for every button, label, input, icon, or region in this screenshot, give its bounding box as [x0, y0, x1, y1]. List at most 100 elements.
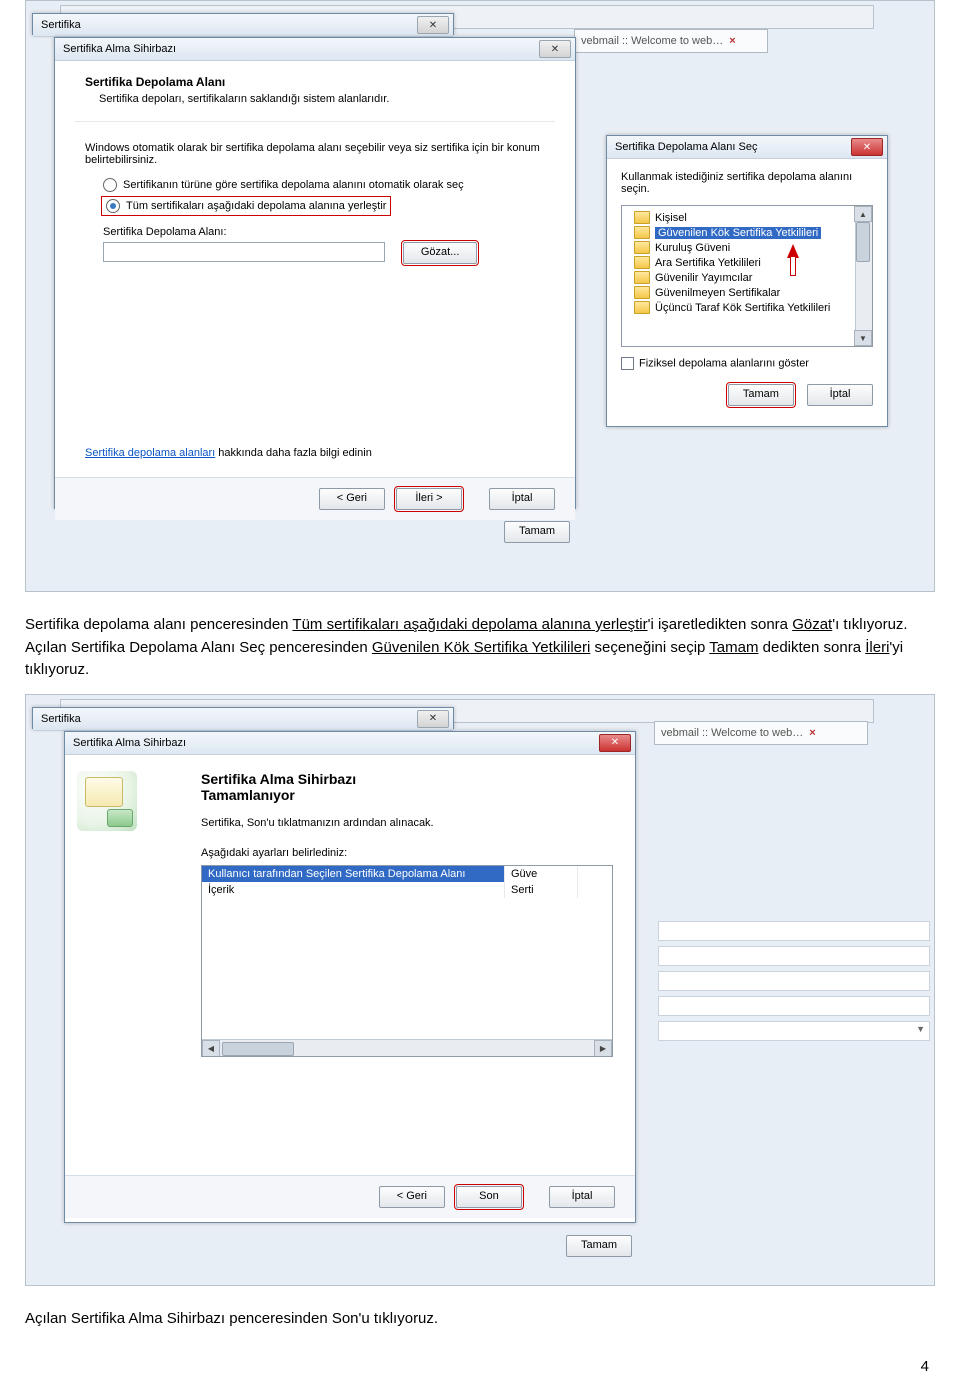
- scroll-up-icon[interactable]: ▲: [854, 206, 872, 222]
- checkbox-label: Fiziksel depolama alanlarını göster: [639, 357, 809, 369]
- folder-icon: [634, 271, 650, 284]
- text-underline: Tamam: [709, 639, 758, 656]
- scroll-right-icon[interactable]: ▶: [594, 1040, 612, 1057]
- screenshot-1: vebmail :: Welcome to web… × Sertifika ✕…: [25, 0, 935, 592]
- chevron-down-icon: ▼: [916, 1024, 925, 1034]
- store-field-label: Sertifika Depolama Alanı:: [103, 226, 545, 238]
- list-cell: İçerik: [202, 882, 505, 898]
- scrollbar-horizontal[interactable]: ◀ ▶: [202, 1039, 612, 1056]
- folder-icon: [634, 211, 650, 224]
- scroll-thumb[interactable]: [856, 222, 870, 262]
- cert-window-title: Sertifika: [37, 19, 417, 31]
- screenshot-2: vebmail :: Welcome to web… × ▼ Sertifika…: [25, 694, 935, 1286]
- radio-manual-label: Tüm sertifikaları aşağıdaki depolama ala…: [126, 200, 386, 212]
- cancel-button[interactable]: İptal: [549, 1186, 615, 1208]
- cancel-button[interactable]: İptal: [807, 384, 873, 406]
- checkbox-icon: [621, 357, 634, 370]
- folder-icon: [634, 226, 650, 239]
- radio-auto-label: Sertifikanın türüne göre sertifika depol…: [123, 179, 464, 191]
- tree-item: Üçüncü Taraf Kök Sertifika Yetkilileri: [630, 300, 854, 315]
- tree-item: Güvenilmeyen Sertifikalar: [630, 285, 854, 300]
- close-icon[interactable]: ✕: [417, 16, 449, 34]
- certificate-wizard-icon: [77, 771, 137, 831]
- close-icon[interactable]: ✕: [417, 710, 449, 728]
- wizard-footer: < Geri İleri > İptal: [55, 477, 575, 520]
- list-cell: Güve: [505, 866, 578, 882]
- radio-auto[interactable]: Sertifikanın türüne göre sertifika depol…: [103, 178, 545, 192]
- tree-item-label: Kuruluş Güveni: [655, 242, 730, 254]
- cancel-button[interactable]: İptal: [489, 488, 555, 510]
- scroll-thumb[interactable]: [222, 1042, 294, 1056]
- scroll-down-icon[interactable]: ▼: [854, 330, 872, 346]
- folder-icon: [634, 301, 650, 314]
- text: Sertifika depolama alanı penceresinden: [25, 616, 292, 633]
- list-cell: Kullanıcı tarafından Seçilen Sertifika D…: [202, 866, 505, 882]
- wizard-heading: Sertifika Alma Sihirbazı: [201, 771, 613, 787]
- wizard-window: Sertifika Alma Sihirbazı ✕ Sertifika Alm…: [64, 731, 636, 1223]
- radio-manual[interactable]: Tüm sertifikaları aşağıdaki depolama ala…: [101, 196, 391, 216]
- tree-box[interactable]: Kişisel Güvenilen Kök Sertifika Yetkilil…: [621, 205, 873, 347]
- tamam-button-bg[interactable]: Tamam: [504, 521, 570, 543]
- tree-item-selected[interactable]: Güvenilen Kök Sertifika Yetkilileri: [630, 225, 854, 240]
- back-button[interactable]: < Geri: [319, 488, 385, 510]
- wizard-line1: Sertifika, Son'u tıklatmanızın ardından …: [201, 817, 613, 829]
- tree-item-label: Güvenilen Kök Sertifika Yetkilileri: [655, 227, 821, 239]
- radio-icon: [106, 199, 120, 213]
- tree-item: Kişisel: [630, 210, 854, 225]
- page-number: 4: [25, 1358, 935, 1375]
- cert-window-title: Sertifika: [37, 713, 417, 725]
- settings-listbox[interactable]: Kullanıcı tarafından Seçilen Sertifika D…: [201, 865, 613, 1057]
- back-button[interactable]: < Geri: [379, 1186, 445, 1208]
- wizard-heading-2: Tamamlanıyor: [201, 787, 613, 803]
- finish-button[interactable]: Son: [456, 1186, 522, 1208]
- text: seçeneğini seçip: [590, 639, 709, 656]
- cert-window-stub: Sertifika ✕: [32, 13, 454, 35]
- doc-paragraph-1: Sertifika depolama alanı penceresinden T…: [25, 614, 935, 682]
- wizard-titlebar: Sertifika Alma Sihirbazı ✕: [65, 732, 635, 755]
- wizard-titlebar: Sertifika Alma Sihirbazı ✕: [55, 38, 575, 61]
- close-icon[interactable]: ✕: [599, 734, 631, 752]
- radio-icon: [103, 178, 117, 192]
- cert-window-stub: Sertifika ✕: [32, 707, 454, 729]
- tree-item-label: Güvenilir Yayımcılar: [655, 272, 752, 284]
- close-icon[interactable]: ✕: [851, 138, 883, 156]
- next-button[interactable]: İleri >: [396, 488, 462, 510]
- scroll-left-icon[interactable]: ◀: [202, 1040, 220, 1057]
- close-icon[interactable]: ✕: [539, 40, 571, 58]
- folder-icon: [634, 256, 650, 269]
- wizard-window: Sertifika Alma Sihirbazı ✕ Sertifika Dep…: [54, 37, 576, 509]
- tree-item-label: Üçüncü Taraf Kök Sertifika Yetkilileri: [655, 302, 830, 314]
- ok-button[interactable]: Tamam: [728, 384, 794, 406]
- help-link-tail: hakkında daha fazla bilgi edinin: [215, 447, 372, 459]
- doc-paragraph-2: Açılan Sertifika Alma Sihirbazı penceres…: [25, 1308, 935, 1331]
- close-icon[interactable]: ×: [809, 727, 815, 739]
- tree-item-label: Güvenilmeyen Sertifikalar: [655, 287, 780, 299]
- tamam-button-bg[interactable]: Tamam: [566, 1235, 632, 1257]
- tree-item: Güvenilir Yayımcılar: [630, 270, 854, 285]
- text-underline: Tüm sertifikaları aşağıdaki depolama ala…: [292, 616, 647, 633]
- browser-tab[interactable]: vebmail :: Welcome to web… ×: [654, 721, 868, 745]
- browser-tab-label: vebmail :: Welcome to web…: [581, 35, 723, 47]
- tree-dialog-title: Sertifika Depolama Alanı Seç: [611, 141, 851, 153]
- list-cell: Serti: [505, 882, 578, 898]
- tree-item-label: Ara Sertifika Yetkilileri: [655, 257, 761, 269]
- wizard-heading: Sertifika Depolama Alanı: [85, 75, 545, 89]
- physical-stores-checkbox[interactable]: Fiziksel depolama alanlarını göster: [621, 357, 873, 370]
- wizard-subheading: Sertifika depoları, sertifikaların sakla…: [99, 93, 545, 105]
- text-underline: İleri: [865, 639, 889, 656]
- scrollbar-vertical[interactable]: ▲ ▼: [855, 206, 872, 346]
- wizard-title: Sertifika Alma Sihirbazı: [69, 737, 599, 749]
- wizard-line2: Aşağıdaki ayarları belirlediniz:: [201, 847, 613, 859]
- store-input[interactable]: [103, 242, 385, 262]
- browser-tab[interactable]: vebmail :: Welcome to web… ×: [574, 29, 768, 53]
- close-icon[interactable]: ×: [729, 35, 735, 47]
- tree-item: Ara Sertifika Yetkilileri: [630, 255, 854, 270]
- wizard-instruction: Windows otomatik olarak bir sertifika de…: [85, 142, 545, 166]
- browse-button[interactable]: Gözat...: [403, 242, 477, 264]
- wizard-footer: < Geri Son İptal: [65, 1175, 635, 1218]
- bg-rows: ▼: [658, 921, 930, 1046]
- text: dedikten sonra: [758, 639, 865, 656]
- help-link[interactable]: Sertifika depolama alanları: [85, 447, 215, 459]
- browser-tab-label: vebmail :: Welcome to web…: [661, 727, 803, 739]
- tree-dialog-titlebar: Sertifika Depolama Alanı Seç ✕: [607, 136, 887, 159]
